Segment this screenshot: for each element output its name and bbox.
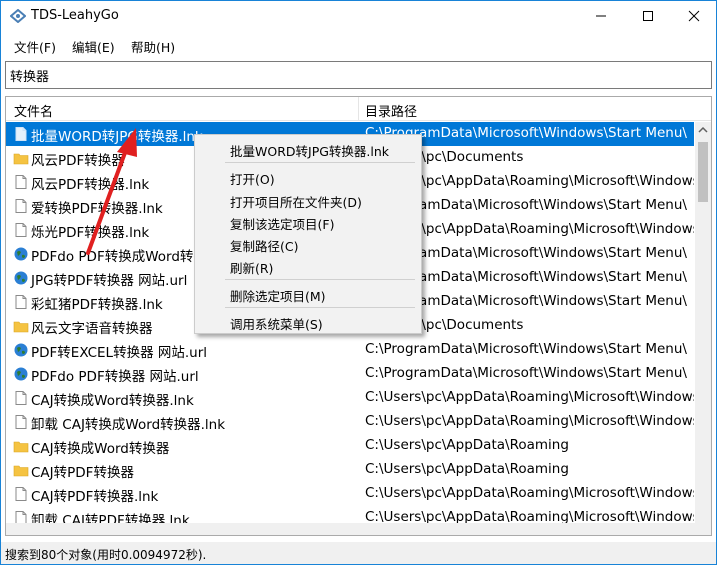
- shortcut-file-icon: [13, 198, 29, 214]
- horizontal-scrollbar[interactable]: [6, 523, 695, 535]
- row-filename: 风云PDF转换器: [31, 153, 125, 169]
- ctx-item-refresh[interactable]: 刷新(R): [230, 258, 273, 277]
- vertical-scrollbar[interactable]: [695, 122, 711, 535]
- folder-icon: [13, 150, 29, 166]
- context-menu: 批量WORD转JPG转换器.lnk 打开(O) 打开项目所在文件夹(D) 复制该…: [194, 134, 422, 334]
- folder-icon: [13, 318, 29, 334]
- folder-icon: [13, 438, 29, 454]
- shortcut-file-icon: [13, 174, 29, 190]
- globe-icon: [13, 246, 29, 262]
- ctx-item-filename[interactable]: 批量WORD转JPG转换器.lnk: [230, 141, 389, 160]
- table-row[interactable]: PDFdo PDF转换器 网站.url C:\ProgramData\Micros…: [6, 362, 694, 386]
- search-input[interactable]: [6, 62, 711, 88]
- row-path: C:\Users\pc\AppData\Roaming: [365, 437, 569, 453]
- shortcut-file-icon: [13, 222, 29, 238]
- search-field[interactable]: [5, 61, 712, 89]
- row-filename: CAJ转换成Word转换器.lnk: [31, 393, 194, 409]
- globe-icon: [13, 342, 29, 358]
- row-path: C:\Users\pc\AppData\Roaming: [365, 461, 569, 477]
- column-separator[interactable]: [358, 97, 359, 121]
- status-bar: 搜索到80个对象(用时0.0094972秒).: [1, 542, 716, 564]
- maximize-icon: [643, 11, 653, 21]
- row-filename: PDFdo PDF转换器 网站.url: [31, 369, 199, 385]
- column-path[interactable]: 目录路径: [365, 101, 417, 120]
- globe-icon: [13, 366, 29, 382]
- shortcut-file-icon: [13, 294, 29, 310]
- ctx-item-open[interactable]: 打开(O): [230, 169, 275, 188]
- row-filename: CAJ转PDF转换器.lnk: [31, 489, 159, 505]
- ctx-separator: [225, 162, 415, 163]
- table-row[interactable]: CAJ转换成Word转换器.lnk C:\Users\pc\AppData\Roa…: [6, 386, 694, 410]
- row-filename: 批量WORD转JPG转换器.lnk: [31, 129, 203, 145]
- row-path: C:\ProgramData\Microsoft\Windows\Start M…: [365, 341, 687, 357]
- shortcut-file-icon: [13, 390, 29, 406]
- row-path: C:\Users\pc\AppData\Roaming\Microsoft\Wi…: [365, 485, 694, 501]
- close-button[interactable]: [671, 1, 717, 31]
- menu-bar: 文件(F) 编辑(E) 帮助(H): [1, 33, 716, 57]
- menu-file[interactable]: 文件(F): [14, 37, 56, 56]
- row-filename: PDF转EXCEL转换器 网站.url: [31, 345, 208, 361]
- app-logo-icon: [9, 8, 27, 24]
- ctx-separator: [225, 279, 415, 280]
- table-row[interactable]: CAJ转换成Word转换器 C:\Users\pc\AppData\Roaming: [6, 434, 694, 458]
- minimize-icon: [596, 15, 606, 17]
- row-filename: 风云文字语音转换器: [31, 321, 153, 337]
- ctx-item-system-menu[interactable]: 调用系统菜单(S): [230, 314, 323, 333]
- column-filename[interactable]: 文件名: [14, 101, 53, 120]
- row-path: C:\Users\pc\AppData\Roaming\Microsoft\Wi…: [365, 389, 694, 405]
- row-filename: 烁光PDF转换器.lnk: [31, 225, 150, 241]
- menu-help[interactable]: 帮助(H): [131, 37, 175, 56]
- table-row[interactable]: PDF转EXCEL转换器 网站.url C:\ProgramData\Micros…: [6, 338, 694, 362]
- minimize-button[interactable]: [578, 1, 624, 31]
- ctx-item-copy-item[interactable]: 复制该选定项目(F): [230, 214, 334, 233]
- ctx-item-open-folder[interactable]: 打开项目所在文件夹(D): [230, 192, 362, 211]
- row-filename: 风云PDF转换器.lnk: [31, 177, 150, 193]
- title-bar[interactable]: TDS-LeahyGo: [1, 1, 716, 31]
- status-text: 搜索到80个对象(用时0.0094972秒).: [5, 548, 207, 562]
- scroll-thumb[interactable]: [698, 142, 708, 202]
- ctx-separator: [225, 307, 415, 308]
- row-filename: CAJ转PDF转换器: [31, 465, 134, 481]
- table-row[interactable]: CAJ转PDF转换器 C:\Users\pc\AppData\Roaming: [6, 458, 694, 482]
- globe-icon: [13, 270, 29, 286]
- app-window: TDS-LeahyGo 文件(F) 编辑(E) 帮助(H) 文件名 目录路径 批…: [0, 0, 717, 565]
- row-filename: CAJ转换成Word转换器: [31, 441, 170, 457]
- folder-icon: [13, 462, 29, 478]
- shortcut-file-icon: [13, 414, 29, 430]
- window-title: TDS-LeahyGo: [31, 8, 119, 23]
- table-row[interactable]: CAJ转PDF转换器.lnk C:\Users\pc\AppData\Roamin…: [6, 482, 694, 506]
- row-filename: JPG转PDF转换器 网站.url: [31, 273, 188, 289]
- table-row[interactable]: 卸载 CAJ转换成Word转换器.lnk C:\Users\pc\AppData\…: [6, 410, 694, 434]
- maximize-button[interactable]: [625, 1, 671, 31]
- row-filename: 彩虹猪PDF转换器.lnk: [31, 297, 163, 313]
- shortcut-file-icon: [13, 126, 29, 142]
- scroll-up-icon[interactable]: [695, 122, 711, 138]
- menu-edit[interactable]: 编辑(E): [72, 37, 115, 56]
- column-header: 文件名 目录路径: [6, 97, 711, 121]
- shortcut-file-icon: [13, 486, 29, 502]
- row-filename: 卸载 CAJ转换成Word转换器.lnk: [31, 417, 226, 433]
- close-icon: [688, 10, 700, 22]
- row-path: C:\ProgramData\Microsoft\Windows\Start M…: [365, 365, 687, 381]
- row-filename: 爱转换PDF转换器.lnk: [31, 201, 163, 217]
- row-filename: PDFdo PDF转换成Word转换器: [31, 249, 221, 265]
- ctx-item-copy-path[interactable]: 复制路径(C): [230, 236, 298, 255]
- ctx-item-delete[interactable]: 删除选定项目(M): [230, 286, 326, 305]
- row-path: C:\Users\pc\AppData\Roaming\Microsoft\Wi…: [365, 413, 694, 429]
